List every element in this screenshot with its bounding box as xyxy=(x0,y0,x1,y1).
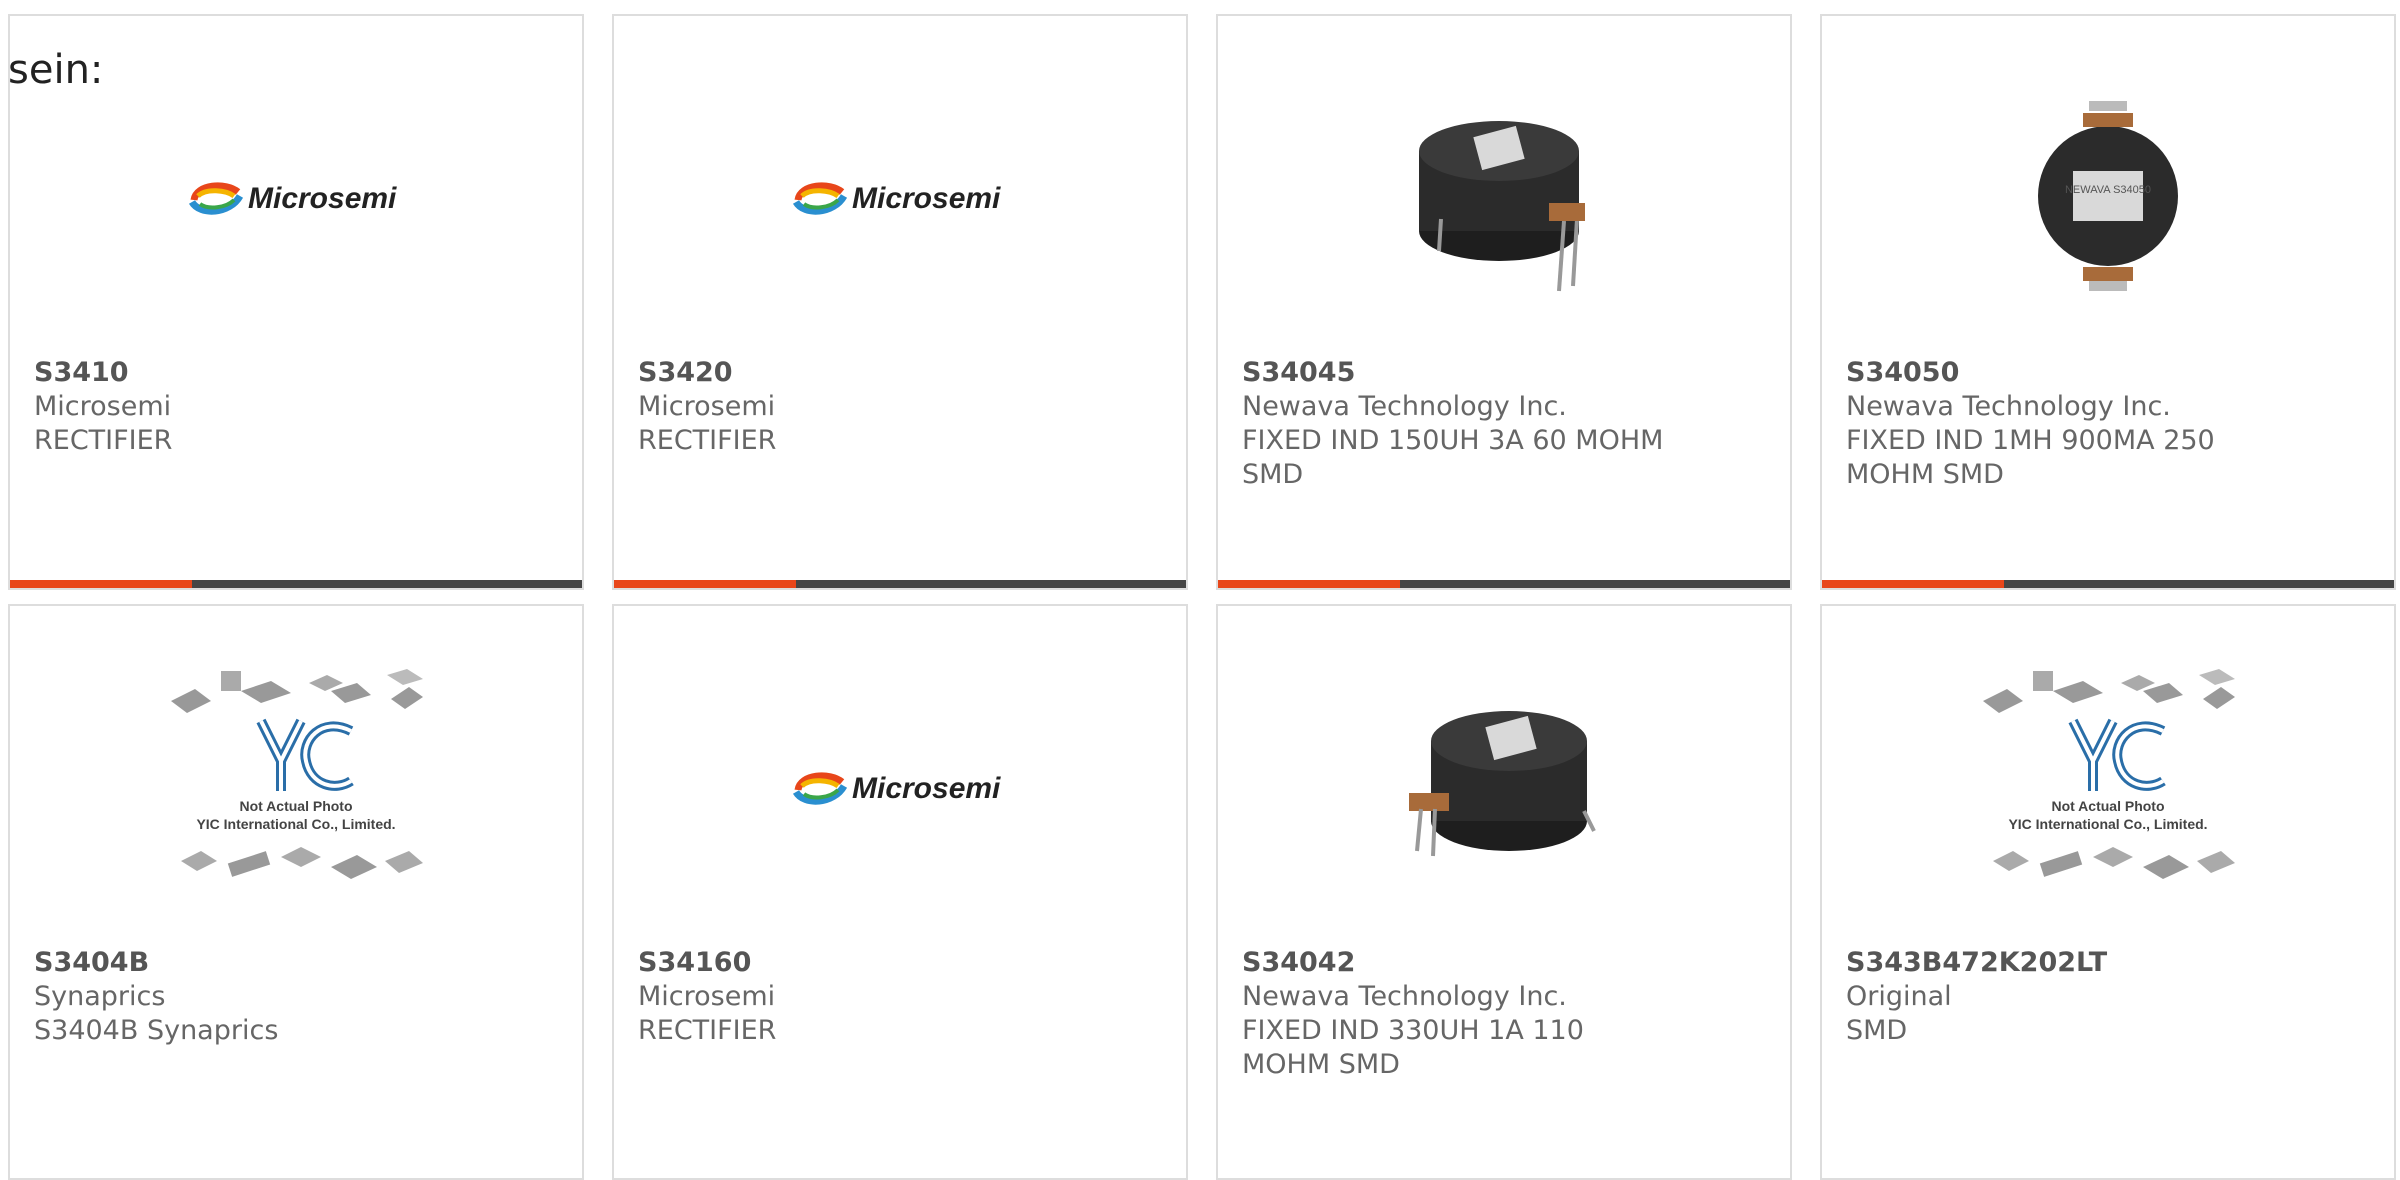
product-card[interactable]: Microsemi S34160 Microsemi RECTIFIER xyxy=(612,604,1188,1180)
product-card[interactable]: S34045 Newava Technology Inc. FIXED IND … xyxy=(1216,14,1792,590)
product-card[interactable]: S34042 Newava Technology Inc. FIXED IND … xyxy=(1216,604,1792,1180)
part-number-link[interactable]: S34160 xyxy=(638,946,1066,980)
manufacturer: Microsemi xyxy=(34,391,172,422)
product-image[interactable]: Not Actual Photo YIC International Co., … xyxy=(1822,646,2394,926)
svg-text:Not Actual Photo: Not Actual Photo xyxy=(2051,798,2164,814)
inductor-icon xyxy=(1419,121,1585,292)
product-image[interactable] xyxy=(1218,646,1790,926)
description: FIXED IND 330UH 1A 110 MOHM SMD xyxy=(1242,1015,1584,1080)
svg-text:NEWAVA S34050: NEWAVA S34050 xyxy=(2065,184,2151,196)
description: S3404B Synaprics xyxy=(34,1015,279,1046)
product-card[interactable]: Microsemi S3420 Microsemi RECTIFIER xyxy=(612,14,1188,590)
part-number-link[interactable]: S34050 xyxy=(1846,356,2274,390)
product-card[interactable]: Not Actual Photo YIC International Co., … xyxy=(1820,604,2396,1180)
microsemi-logo-icon: Microsemi xyxy=(792,772,1001,805)
section-heading: sein: xyxy=(8,47,104,93)
card-footer-bar xyxy=(10,580,582,588)
part-number-link[interactable]: S34045 xyxy=(1242,356,1670,390)
product-card[interactable]: NEWAVA S34050 S34050 Newava Technology I… xyxy=(1820,14,2396,590)
part-number-link[interactable]: S34042 xyxy=(1242,946,1670,980)
description: RECTIFIER xyxy=(34,425,173,456)
microsemi-logo-icon: Microsemi xyxy=(188,182,397,215)
part-number-link[interactable]: S3410 xyxy=(34,356,462,390)
manufacturer: Synaprics xyxy=(34,981,166,1012)
manufacturer: Newava Technology Inc. xyxy=(1846,391,2171,422)
product-image[interactable]: Microsemi xyxy=(614,646,1186,926)
manufacturer: Microsemi xyxy=(638,391,776,422)
product-image[interactable] xyxy=(1218,56,1790,336)
description: RECTIFIER xyxy=(638,425,777,456)
manufacturer: Newava Technology Inc. xyxy=(1242,981,1567,1012)
card-footer-bar xyxy=(614,580,1186,588)
product-image[interactable]: Microsemi xyxy=(614,56,1186,336)
description: FIXED IND 1MH 900MA 250 MOHM SMD xyxy=(1846,425,2215,490)
svg-text:Microsemi: Microsemi xyxy=(852,772,1001,805)
svg-text:Microsemi: Microsemi xyxy=(852,182,1001,215)
product-image[interactable]: Not Actual Photo YIC International Co., … xyxy=(10,646,582,926)
card-footer-bar xyxy=(1218,580,1790,588)
inductor-top-icon: NEWAVA S34050 xyxy=(2038,101,2178,291)
description: RECTIFIER xyxy=(638,1015,777,1046)
description: SMD xyxy=(1846,1015,1908,1046)
not-actual-photo-icon: Not Actual Photo YIC International Co., … xyxy=(171,669,423,879)
product-card[interactable]: Not Actual Photo YIC International Co., … xyxy=(8,604,584,1180)
product-image[interactable]: NEWAVA S34050 xyxy=(1822,56,2394,336)
inductor-icon xyxy=(1409,711,1596,857)
part-number-link[interactable]: S343B472K202LT xyxy=(1846,946,2274,980)
part-number-link[interactable]: S3420 xyxy=(638,356,1066,390)
svg-text:Microsemi: Microsemi xyxy=(248,182,397,215)
description: FIXED IND 150UH 3A 60 MOHM SMD xyxy=(1242,425,1664,490)
part-number-link[interactable]: S3404B xyxy=(34,946,462,980)
manufacturer: Newava Technology Inc. xyxy=(1242,391,1567,422)
manufacturer: Original xyxy=(1846,981,1952,1012)
manufacturer: Microsemi xyxy=(638,981,776,1012)
svg-text:Not Actual Photo: Not Actual Photo xyxy=(239,798,352,814)
not-actual-photo-icon: Not Actual Photo YIC International Co., … xyxy=(1983,669,2235,879)
card-footer-bar xyxy=(1822,580,2394,588)
product-card[interactable]: Microsemi S3410 Microsemi RECTIFIER xyxy=(8,14,584,590)
svg-text:YIC International Co., Limited: YIC International Co., Limited. xyxy=(2008,816,2207,832)
svg-text:YIC International Co., Limited: YIC International Co., Limited. xyxy=(196,816,395,832)
microsemi-logo-icon: Microsemi xyxy=(792,182,1001,215)
